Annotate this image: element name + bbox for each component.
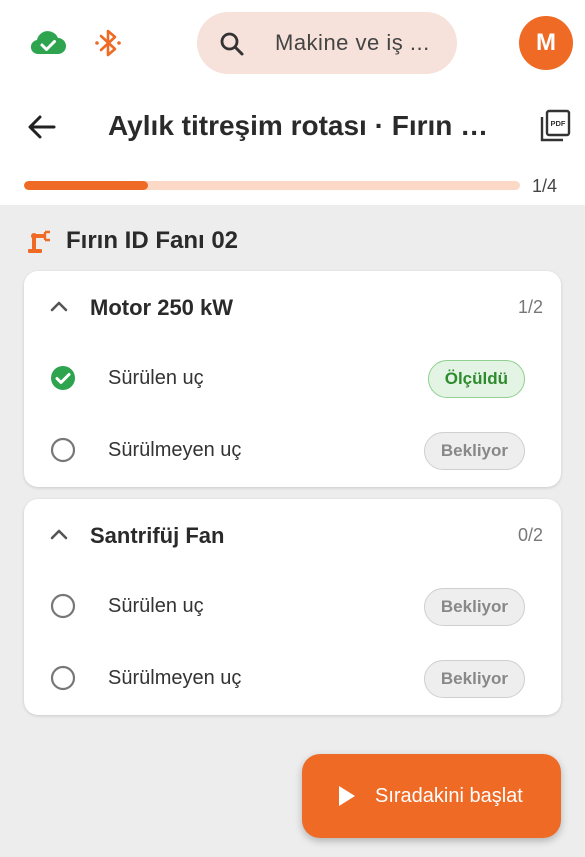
cloud-check-icon[interactable]: [29, 28, 67, 58]
empty-circle-icon[interactable]: [50, 665, 76, 691]
chevron-up-icon[interactable]: [49, 527, 69, 541]
component-card-motor: Motor 250 kW 1/2 Sürülen uç Ölçüldü Sürü…: [24, 271, 561, 487]
chevron-up-icon[interactable]: [49, 299, 69, 313]
robot-arm-icon: [28, 230, 50, 253]
page-title: Aylık titreşim rotası · Fırın b...: [108, 110, 490, 141]
start-next-button[interactable]: Sıradakini başlat: [302, 754, 561, 838]
status-badge: Bekliyor: [423, 660, 525, 698]
component-title: Santrifüj Fan: [90, 523, 225, 548]
title-row: Aylık titreşim rotası · Fırın b... PDF: [0, 95, 585, 159]
svg-text:PDF: PDF: [551, 119, 566, 128]
list-item[interactable]: Sürülen uç Ölçüldü: [24, 343, 561, 415]
component-header[interactable]: Santrifüj Fan 0/2: [24, 499, 561, 571]
status-badge: Ölçüldü: [427, 360, 525, 398]
play-icon: [339, 786, 355, 806]
component-title: Motor 250 kW: [90, 295, 234, 320]
pdf-icon[interactable]: PDF: [539, 109, 571, 143]
list-item[interactable]: Sürülen uç Bekliyor: [24, 571, 561, 643]
search-icon: [220, 32, 244, 56]
list-item[interactable]: Sürülmeyen uç Bekliyor: [24, 643, 561, 715]
point-label: Sürülmeyen uç: [108, 667, 242, 689]
avatar-initial: M: [536, 29, 556, 56]
point-label: Sürülen uç: [108, 367, 204, 389]
component-header[interactable]: Motor 250 kW 1/2: [24, 271, 561, 343]
check-circle-icon[interactable]: [50, 365, 76, 391]
machine-header: Fırın ID Fanı 02: [26, 226, 238, 256]
component-count: 1/2: [517, 297, 543, 317]
search-bar[interactable]: Makine ve iş ...: [197, 12, 457, 74]
bluetooth-icon[interactable]: [93, 27, 123, 59]
progress-bar: [24, 181, 520, 190]
back-arrow-icon[interactable]: [26, 111, 58, 143]
avatar[interactable]: M: [519, 16, 573, 70]
status-row: Makine ve iş ... M: [0, 0, 585, 88]
progress-label: 1/4: [532, 176, 558, 196]
point-label: Sürülen uç: [108, 595, 204, 617]
component-count: 0/2: [517, 525, 543, 545]
status-badge: Bekliyor: [423, 432, 525, 470]
status-badge: Bekliyor: [423, 588, 525, 626]
app-header: Makine ve iş ... M Aylık titreşim rotası…: [0, 0, 585, 205]
empty-circle-icon[interactable]: [50, 593, 76, 619]
component-card-fan: Santrifüj Fan 0/2 Sürülen uç Bekliyor Sü…: [24, 499, 561, 715]
progress-fill: [24, 181, 148, 190]
list-item[interactable]: Sürülmeyen uç Bekliyor: [24, 415, 561, 487]
empty-circle-icon[interactable]: [50, 437, 76, 463]
point-label: Sürülmeyen uç: [108, 439, 242, 461]
start-next-label: Sıradakini başlat: [375, 785, 523, 807]
search-input[interactable]: Makine ve iş ...: [275, 30, 445, 56]
machine-name: Fırın ID Fanı 02: [66, 227, 239, 254]
